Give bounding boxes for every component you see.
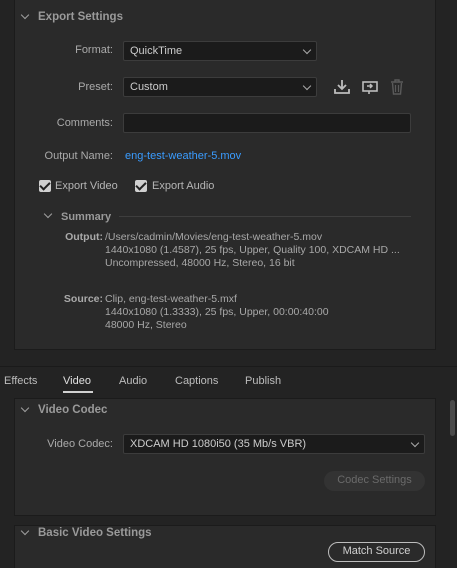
export-audio-label: Export Audio: [152, 180, 215, 192]
match-source-button[interactable]: Match Source: [328, 542, 425, 562]
summary-output-label: Output:: [65, 231, 103, 243]
tab-video-underline: [63, 391, 93, 393]
format-select[interactable]: QuickTime: [123, 41, 317, 61]
chevron-down-icon: [302, 81, 312, 91]
preset-label: Preset:: [78, 81, 113, 93]
video-codec-value: XDCAM HD 1080i50 (35 Mb/s VBR): [130, 438, 307, 450]
comments-label: Comments:: [56, 117, 113, 129]
preset-value: Custom: [130, 81, 168, 93]
summary-title: Summary: [61, 211, 112, 223]
summary-source-line: 1440x1080 (1.3333), 25 fps, Upper, 00:00…: [105, 306, 329, 318]
output-name-link[interactable]: eng-test-weather-5.mov: [125, 150, 241, 162]
comments-input[interactable]: [123, 113, 411, 133]
summary-output-line: /Users/cadmin/Movies/eng-test-weather-5.…: [105, 231, 323, 243]
output-name-label: Output Name:: [44, 150, 113, 162]
format-label: Format:: [75, 44, 113, 56]
tab-audio[interactable]: Audio: [119, 375, 147, 387]
export-video-label: Export Video: [55, 180, 118, 192]
video-codec-label: Video Codec:: [47, 438, 113, 450]
preset-select[interactable]: Custom: [123, 77, 317, 97]
save-preset-icon[interactable]: [333, 79, 351, 95]
match-source-label: Match Source: [342, 545, 411, 557]
summary-output-value: /Users/cadmin/Movies/eng-test-weather-5.…: [105, 231, 400, 270]
tab-video[interactable]: Video: [63, 375, 91, 387]
export-settings-title: Export Settings: [38, 11, 123, 23]
chevron-down-icon: [302, 45, 312, 55]
format-value: QuickTime: [130, 45, 183, 57]
chevron-down-icon: [410, 438, 420, 448]
chevron-down-icon[interactable]: [43, 211, 53, 221]
scrollbar-thumb[interactable]: [450, 400, 455, 436]
basic-video-title: Basic Video Settings: [38, 527, 152, 539]
chevron-down-icon[interactable]: [20, 12, 30, 22]
panel-divider: [0, 366, 457, 367]
tab-publish[interactable]: Publish: [245, 375, 281, 387]
summary-source-value: Clip, eng-test-weather-5.mxf 1440x1080 (…: [105, 293, 329, 332]
chevron-down-icon[interactable]: [20, 528, 30, 538]
summary-output-line: Uncompressed, 48000 Hz, Stereo, 16 bit: [105, 257, 295, 269]
video-codec-select[interactable]: XDCAM HD 1080i50 (35 Mb/s VBR): [123, 434, 425, 454]
codec-settings-label: Codec Settings: [337, 474, 412, 486]
codec-settings-button[interactable]: Codec Settings: [324, 471, 425, 491]
summary-source-label: Source:: [63, 293, 103, 305]
summary-source-line: 48000 Hz, Stereo: [105, 319, 187, 331]
chevron-down-icon[interactable]: [20, 405, 30, 415]
summary-source-line: Clip, eng-test-weather-5.mxf: [105, 293, 237, 305]
import-preset-icon[interactable]: [361, 79, 379, 95]
export-video-checkbox[interactable]: [39, 180, 51, 192]
delete-preset-icon[interactable]: [390, 79, 404, 95]
video-codec-title: Video Codec: [38, 404, 108, 416]
export-audio-checkbox[interactable]: [135, 180, 147, 192]
tab-effects[interactable]: Effects: [4, 375, 37, 387]
summary-divider: [119, 216, 411, 217]
summary-output-line: 1440x1080 (1.4587), 25 fps, Upper, Quali…: [105, 244, 400, 256]
tab-captions[interactable]: Captions: [175, 375, 218, 387]
